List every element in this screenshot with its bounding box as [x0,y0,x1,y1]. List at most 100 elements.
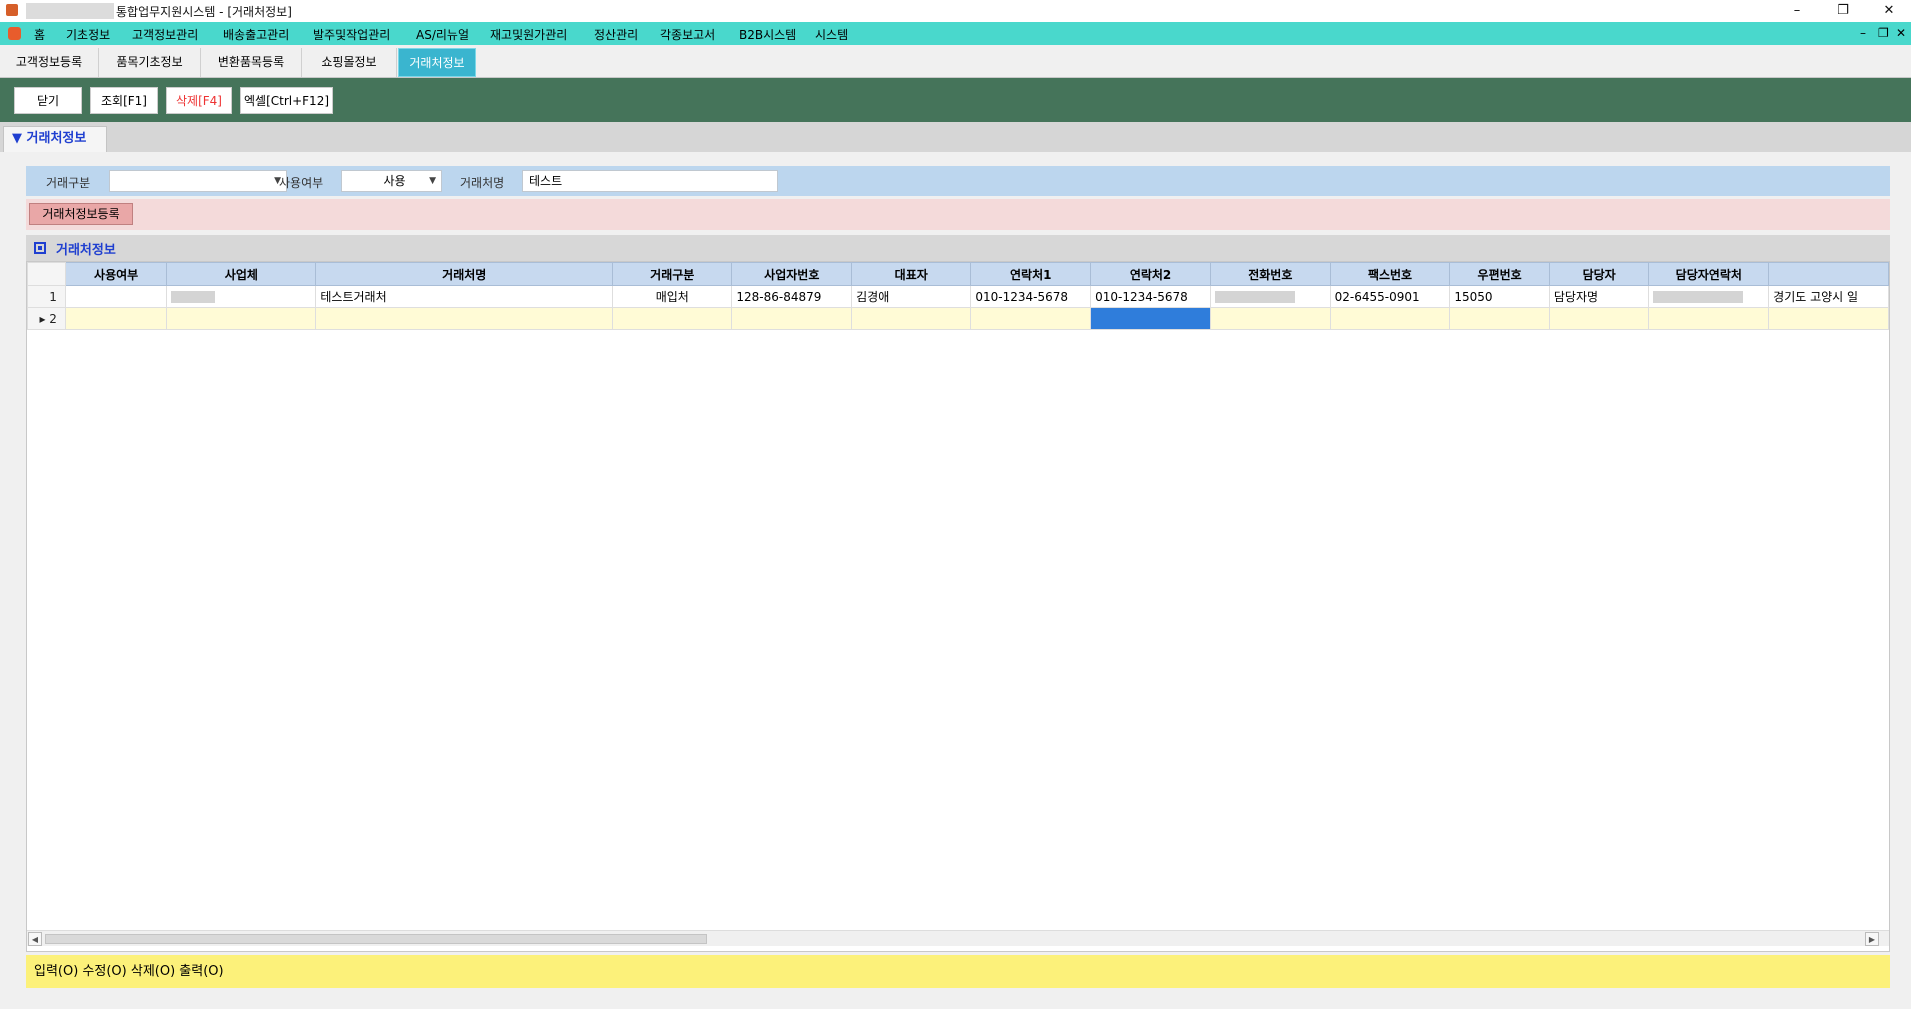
section-tab-bar: ▼ 거래처정보 [0,122,1911,152]
tab-vendor-info[interactable]: 거래처정보 [398,48,476,77]
vendor-name-input[interactable]: 테스트 [522,170,778,192]
toolbar: 닫기 조회[F1] 삭제[F4] 엑셀[Ctrl+F12] [0,78,1911,122]
menu-order-work[interactable]: 발주및작업관리 [313,26,390,43]
app-icon [6,4,18,16]
horizontal-scrollbar[interactable]: ◀ ▶ [27,930,1889,946]
scroll-left-icon[interactable]: ◀ [28,932,42,946]
grid-section-header: 거래처정보 [26,235,1890,261]
collapse-arrow-icon: ▼ [12,131,22,146]
delete-button[interactable]: 삭제[F4] [166,87,232,114]
cell-trade-type[interactable] [612,307,733,330]
scroll-right-icon[interactable]: ▶ [1865,932,1879,946]
search-button[interactable]: 조회[F1] [90,87,158,114]
column-header[interactable]: 담당자 [1548,262,1650,286]
menu-reports[interactable]: 각종보고서 [660,26,715,43]
table-row-new[interactable]: ▸ 2 [27,307,1889,330]
menu-as-renewal[interactable]: AS/리뉴얼 [416,26,469,43]
column-header[interactable]: 팩스번호 [1329,262,1451,286]
grid-section-title: 거래처정보 [56,243,116,258]
use-status-select[interactable]: 사용 ▼ [341,170,442,192]
cell-trade-type[interactable]: 매입처 [612,285,733,308]
vendor-grid: 사용여부 사업체 거래처명 거래구분 사업자번호 대표자 연락처1 연락처2 전… [26,261,1890,952]
cell-representative[interactable]: 김경애 [851,285,972,308]
column-header[interactable] [1768,262,1889,286]
minimize-button[interactable]: – [1774,0,1820,22]
cell-business[interactable] [166,285,317,308]
cell-address[interactable]: 경기도 고양시 일 [1768,285,1889,308]
module-tab-strip: 고객정보등록 품목기초정보 변환품목등록 쇼핑몰정보 거래처정보 [0,45,1911,78]
column-header[interactable]: 사업체 [166,262,317,286]
menu-inventory-cost[interactable]: 재고및원가관리 [490,26,567,43]
permission-status-bar: 입력(O) 수정(O) 삭제(O) 출력(O) [26,955,1890,988]
horizontal-scroll-thumb[interactable] [45,934,707,944]
tab-shopping-mall[interactable]: 쇼핑몰정보 [302,48,397,77]
menu-customer-info[interactable]: 고객정보관리 [132,26,198,43]
cell-fax[interactable]: 02-6455-0901 [1329,285,1451,308]
register-bar: 거래처정보등록 [26,199,1890,230]
table-row[interactable]: 1 테스트거래처 매입처 128-86-84879 김경애 010-1234-5… [27,285,1889,308]
table-header-row: 사용여부 사업체 거래처명 거래구분 사업자번호 대표자 연락처1 연락처2 전… [27,262,1889,286]
cell-address[interactable] [1768,307,1889,330]
redacted-value [171,291,216,303]
column-header[interactable]: 전화번호 [1209,262,1331,286]
cell-phone[interactable] [1209,285,1331,308]
menu-system[interactable]: 시스템 [815,26,848,43]
tab-customer-register[interactable]: 고객정보등록 [0,48,99,77]
column-header[interactable]: 거래처명 [315,262,614,286]
mdi-minimize-button[interactable]: – [1860,26,1866,40]
trade-type-label: 거래구분 [46,176,91,190]
trade-type-select[interactable]: ▼ [109,170,287,192]
restore-button[interactable]: ❐ [1820,0,1866,22]
cell-contact1[interactable]: 010-1234-5678 [970,285,1092,308]
menu-home[interactable]: 홈 [34,26,45,43]
window-title: 통합업무지원시스템 - [거래처정보] [116,5,292,19]
cell-business-number[interactable]: 128-86-84879 [731,285,853,308]
column-header[interactable]: 사용여부 [64,262,168,286]
mdi-restore-button[interactable]: ❐ [1878,26,1889,40]
cell-zip[interactable] [1449,307,1550,330]
cell-manager[interactable]: 담당자명 [1548,285,1650,308]
cell-vendor-name[interactable]: 테스트거래처 [315,285,614,308]
menu-shipping[interactable]: 배송출고관리 [223,26,289,43]
cell-manager-contact[interactable] [1648,285,1770,308]
vertical-scrollbar[interactable] [1889,263,1890,930]
cell-manager-contact[interactable] [1648,307,1770,330]
menu-basic-info[interactable]: 기초정보 [66,26,110,43]
cell-business-number[interactable] [731,307,853,330]
cell-phone[interactable] [1209,307,1331,330]
mdi-close-button[interactable]: ✕ [1896,26,1906,40]
column-header[interactable]: 사업자번호 [731,262,853,286]
home-icon [8,27,21,40]
close-button[interactable]: 닫기 [14,87,82,114]
column-header[interactable]: 연락처2 [1090,262,1211,286]
cell-zip[interactable]: 15050 [1449,285,1550,308]
tab-converted-item[interactable]: 변환품목등록 [201,48,302,77]
column-header[interactable]: 연락처1 [970,262,1092,286]
cell-contact1[interactable] [970,307,1092,330]
cell-business[interactable] [166,307,317,330]
excel-export-button[interactable]: 엑셀[Ctrl+F12] [240,87,333,114]
cell-use-status[interactable] [64,307,168,330]
redacted-value [1653,291,1744,303]
cell-representative[interactable] [851,307,972,330]
column-header[interactable]: 우편번호 [1449,262,1550,286]
column-header[interactable]: 담당자연락처 [1648,262,1770,286]
cell-contact2-selected[interactable] [1090,307,1211,330]
cell-fax[interactable] [1329,307,1451,330]
register-vendor-button[interactable]: 거래처정보등록 [29,203,133,225]
menu-settlement[interactable]: 정산관리 [594,26,638,43]
cell-use-status[interactable] [64,285,168,308]
menu-b2b[interactable]: B2B시스템 [739,26,796,43]
redacted-value [1214,291,1295,303]
cell-contact2[interactable]: 010-1234-5678 [1090,285,1211,308]
tab-item-basic[interactable]: 품목기초정보 [99,48,201,77]
section-tab-vendor-info[interactable]: ▼ 거래처정보 [3,126,107,152]
cell-manager[interactable] [1548,307,1650,330]
chevron-down-icon: ▼ [429,176,436,186]
column-header[interactable]: 거래구분 [612,262,733,286]
vendor-name-label: 거래처명 [460,176,505,190]
close-window-button[interactable]: ✕ [1866,0,1911,22]
cell-vendor-name[interactable] [315,307,614,330]
column-header[interactable]: 대표자 [851,262,972,286]
row-number: ▸ 2 [27,307,66,330]
